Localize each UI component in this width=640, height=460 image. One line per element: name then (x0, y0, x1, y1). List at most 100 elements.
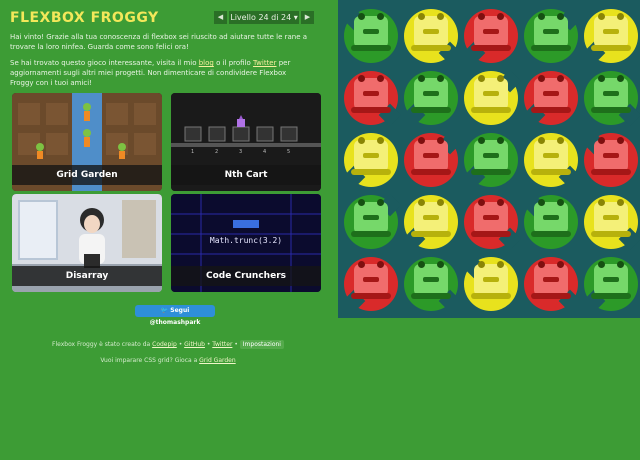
lilypad-frog (521, 252, 582, 314)
svg-text:1: 1 (191, 149, 194, 155)
lilypad-frog (341, 4, 401, 66)
github-link[interactable]: GitHub (184, 341, 205, 348)
frog-eye (617, 199, 624, 206)
frog-feet (471, 231, 511, 237)
follow-twitter-button[interactable]: 🐦 Segui @thomashpark (135, 305, 215, 326)
game-card-nth-cart[interactable]: 1 2 3 4 5 Nth Cart (171, 93, 321, 191)
frog-mouth (603, 91, 619, 96)
separator: • (232, 341, 240, 348)
frog-eye (358, 261, 365, 268)
frog-eye (497, 137, 504, 144)
frog-eye (497, 199, 504, 206)
svg-text:2: 2 (215, 149, 218, 155)
frog-icon (351, 137, 391, 175)
frog-mouth (543, 215, 559, 220)
frog-eye (538, 261, 545, 268)
app-title: FLEXBOX FROGGY (10, 10, 159, 26)
lilypad-frog (461, 4, 521, 66)
prev-level-button[interactable]: ◀ (214, 11, 227, 24)
svg-text:4: 4 (263, 149, 266, 155)
frog-feet (471, 293, 511, 299)
frog-feet (411, 45, 451, 51)
frog-eye (598, 13, 605, 20)
frog-feet (411, 231, 451, 237)
frog-icon (471, 13, 511, 51)
grid-garden-link[interactable]: Grid Garden (199, 357, 236, 364)
frog-eye (497, 261, 504, 268)
frog-icon (351, 199, 391, 237)
frog-eye (598, 137, 605, 144)
game-card-code-crunchers[interactable]: Math.trunc(3.2) Code Crunchers (171, 194, 321, 292)
code-snippet: Math.trunc(3.2) (209, 236, 283, 245)
share-text-1: Se hai trovato questo gioco interessante… (10, 59, 199, 67)
lilypad-frog (401, 128, 462, 190)
frog-icon (471, 199, 511, 237)
frog-mouth (363, 153, 379, 158)
frog-icon (411, 261, 451, 299)
svg-text:3: 3 (239, 149, 242, 155)
settings-button[interactable]: Impostazioni (239, 340, 284, 349)
frog-eye (478, 261, 485, 268)
frog-icon (351, 75, 391, 113)
frog-icon (471, 75, 511, 113)
frog-eye (557, 137, 564, 144)
codepip-link[interactable]: Codepip (152, 341, 177, 348)
nth-cart-label: Nth Cart (171, 165, 321, 185)
disarray-label: Disarray (12, 266, 162, 286)
lilypad-frog (521, 66, 581, 128)
frog-eye (538, 137, 545, 144)
grid-garden-label: Grid Garden (12, 165, 162, 185)
frog-eye (437, 75, 444, 82)
frog-icon (411, 137, 451, 175)
frog-mouth (423, 215, 439, 220)
frog-eye (598, 261, 605, 268)
frog-mouth (423, 277, 439, 282)
frog-feet (351, 231, 391, 237)
frog-eye (497, 13, 504, 20)
lilypad-frog (341, 128, 401, 190)
frog-icon (411, 75, 451, 113)
frog-eye (478, 137, 485, 144)
lilypad-frog (401, 4, 462, 66)
frog-eye (377, 261, 384, 268)
footer-credits: Flexbox Froggy è stato creato da Codepip… (0, 340, 336, 349)
frog-mouth (603, 153, 619, 158)
code-crunchers-label: Code Crunchers (171, 266, 321, 286)
frog-eye (418, 199, 425, 206)
frog-mouth (483, 277, 499, 282)
game-card-grid-garden[interactable]: Grid Garden (12, 93, 162, 191)
twitter-profile-link[interactable]: Twitter (253, 59, 276, 67)
frog-feet (531, 107, 571, 113)
frog-eye (538, 75, 545, 82)
next-level-button[interactable]: ▶ (301, 11, 314, 24)
lilypad-frog (461, 128, 521, 190)
frog-eye (598, 199, 605, 206)
lilypad-frog (341, 190, 402, 252)
frog-mouth (543, 153, 559, 158)
lilypad-frog (401, 66, 461, 128)
frog-eye (598, 75, 605, 82)
frog-feet (591, 231, 631, 237)
frog-eye (617, 75, 624, 82)
frog-eye (617, 137, 624, 144)
lilypad-frog (401, 252, 462, 314)
lilypad-frog (461, 190, 522, 252)
lilypad-frog (581, 66, 640, 128)
lilypad-frog (401, 190, 461, 252)
level-select[interactable]: Livello 24 di 24 ▾ (229, 11, 299, 24)
frog-feet (591, 45, 631, 51)
pond-board (338, 0, 640, 318)
frog-feet (531, 169, 571, 175)
blog-link[interactable]: blog (199, 59, 214, 67)
frog-eye (478, 13, 485, 20)
bird-icon: 🐦 (160, 307, 171, 314)
game-card-disarray[interactable]: Disarray (12, 194, 162, 292)
frog-mouth (483, 153, 499, 158)
frog-mouth (363, 91, 379, 96)
lilypad-frog (521, 4, 582, 66)
twitter-link[interactable]: Twitter (212, 341, 232, 348)
frog-icon (531, 75, 571, 113)
frog-icon (591, 199, 631, 237)
frog-eye (358, 13, 365, 20)
level-navigation: ◀ Livello 24 di 24 ▾ ▶ (214, 11, 314, 24)
